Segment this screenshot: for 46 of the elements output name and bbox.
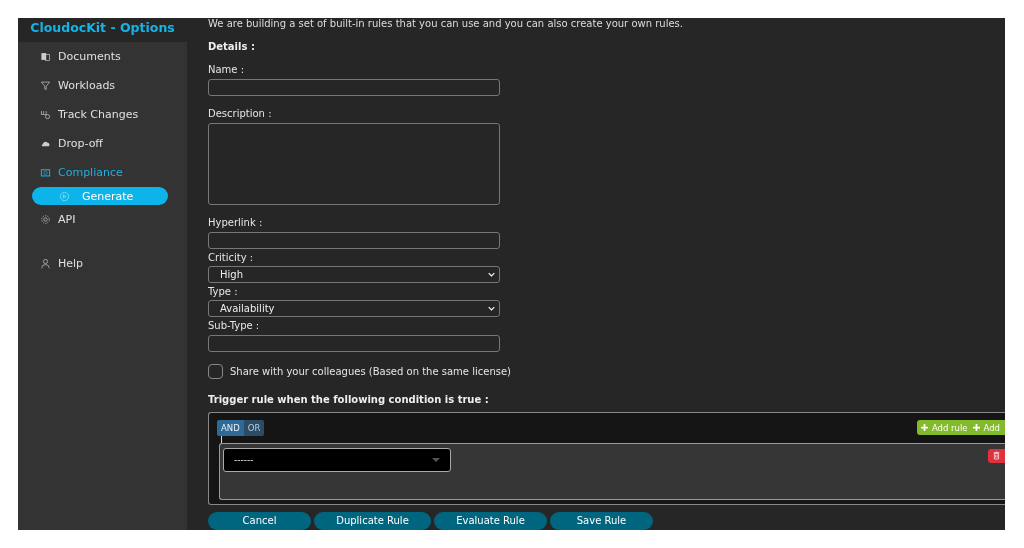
intro-text: We are building a set of built-in rules that you can use and you can also create your own rules. <box>208 18 684 29</box>
play-icon <box>59 190 70 202</box>
sidebar-item[interactable]: Compliance <box>18 158 187 187</box>
user-icon <box>40 258 51 269</box>
field-label: Sub-Type : <box>208 320 261 333</box>
field-label: Name : <box>208 64 246 76</box>
trash-icon <box>993 451 1000 461</box>
plus-icon <box>972 424 980 432</box>
caret-icon <box>432 457 440 462</box>
delete-button[interactable] <box>988 448 1005 463</box>
select-dropdown[interactable]: Availability <box>208 300 500 318</box>
filter-icon <box>40 80 51 91</box>
rule-field-select[interactable]: ------ <box>223 447 451 472</box>
sidebar-item[interactable]: Workloads <box>18 71 187 100</box>
sidebar-item[interactable]: Track Changes <box>18 100 187 129</box>
sidebar-item[interactable]: Drop-off <box>18 129 187 158</box>
camera-icon <box>40 167 51 178</box>
settings-icon <box>40 214 51 225</box>
checkbox-label: Share with your colleagues (Based on the same license) <box>230 365 511 377</box>
logic-toggle[interactable]: AND <box>217 419 244 436</box>
field-label: Hyperlink : <box>208 217 264 230</box>
field-label: Type : <box>208 286 239 299</box>
plus-icon <box>920 424 928 432</box>
section-heading: Trigger rule when the following condition is true : <box>208 393 490 405</box>
action-button[interactable]: Save Rule <box>550 512 653 530</box>
action-button[interactable]: Duplicate Rule <box>314 512 431 530</box>
sidebar-item[interactable]: Documents <box>18 42 187 71</box>
field-label: Criticity : <box>208 252 255 265</box>
text-input-field[interactable] <box>208 335 500 352</box>
chevron-down-icon <box>488 272 495 278</box>
chevron-down-icon <box>488 306 495 312</box>
select-dropdown[interactable]: High <box>208 266 500 284</box>
field-label: Description : <box>208 107 273 120</box>
clock-icon <box>40 109 51 120</box>
sidebar-item[interactable]: Help <box>18 249 187 278</box>
logic-toggle[interactable]: OR <box>243 419 265 436</box>
textarea-field[interactable] <box>208 122 500 206</box>
action-button[interactable]: Evaluate Rule <box>434 512 547 530</box>
app-title: CloudocKit - Options <box>30 20 175 35</box>
section-heading: Details : <box>208 41 256 52</box>
checkbox[interactable] <box>208 363 223 379</box>
action-button[interactable]: Cancel <box>208 512 311 530</box>
sidebar-item[interactable]: API <box>18 205 187 234</box>
text-input-field[interactable] <box>208 232 500 250</box>
documents-icon <box>40 51 51 62</box>
text-input-field[interactable] <box>208 79 500 96</box>
